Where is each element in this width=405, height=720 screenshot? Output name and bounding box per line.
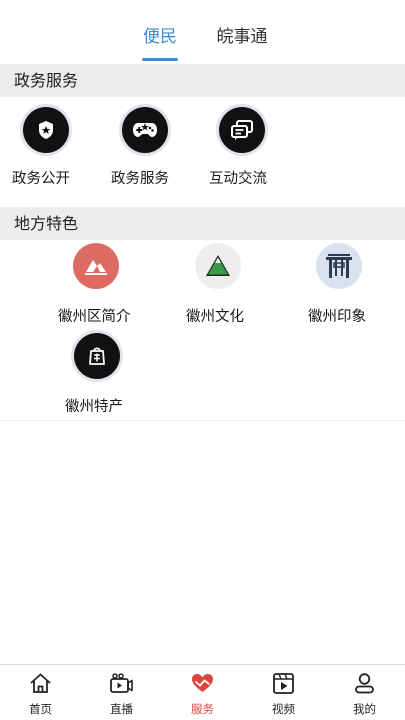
local-item-intro[interactable]: 徽州区简介 <box>55 240 139 328</box>
nav-label: 服务 <box>191 702 214 716</box>
local-item-specialty[interactable]: 徽州特产 <box>62 330 146 418</box>
chat-bubbles-icon <box>219 107 265 153</box>
tab-bianmin[interactable]: 便民 <box>140 24 180 50</box>
local-item-label: 徽州特产 <box>65 399 123 415</box>
gov-item-label: 政务服务 <box>111 171 169 187</box>
local-item-label: 徽州印象 <box>308 309 366 325</box>
gamepad-icon <box>122 107 168 153</box>
nav-item-live[interactable]: 直播 <box>81 665 162 720</box>
section-header-local: 地方特色 <box>0 207 405 240</box>
nav-label: 首页 <box>29 702 52 716</box>
gov-item-interaction[interactable]: 互动交流 <box>197 100 289 192</box>
tab-wanshitong[interactable]: 皖事通 <box>214 24 270 50</box>
section-header-gov: 政务服务 <box>0 64 405 97</box>
nav-label: 我的 <box>353 702 376 716</box>
mountain-road-icon <box>73 243 119 289</box>
heart-service-icon <box>192 674 213 692</box>
video-play-icon <box>273 673 294 694</box>
top-tab-bar: 便民 皖事通 <box>0 0 405 64</box>
archway-icon <box>316 243 362 289</box>
user-icon <box>355 673 374 694</box>
content-divider <box>0 420 405 421</box>
active-tab-indicator <box>142 58 178 61</box>
local-item-label: 徽州文化 <box>186 309 244 325</box>
home-icon <box>30 673 51 693</box>
gov-item-label: 政务公开 <box>12 171 70 187</box>
bottom-nav-bar: 首页 直播 服务 视频 我的 <box>0 664 405 720</box>
nav-item-video[interactable]: 视频 <box>243 665 324 720</box>
nav-item-home[interactable]: 首页 <box>0 665 81 720</box>
nav-label: 直播 <box>110 702 133 716</box>
local-item-label: 徽州区简介 <box>58 309 131 325</box>
police-badge-icon <box>23 107 69 153</box>
gov-item-services[interactable]: 政务服务 <box>100 100 192 192</box>
local-item-impression[interactable]: 徽州印象 <box>300 240 380 328</box>
nav-label: 视频 <box>272 702 295 716</box>
nav-item-mine[interactable]: 我的 <box>324 665 405 720</box>
gov-item-label: 互动交流 <box>209 171 267 187</box>
live-camera-icon <box>110 673 133 693</box>
specialty-bag-icon <box>74 333 120 379</box>
local-item-culture[interactable]: 徽州文化 <box>180 240 260 328</box>
nav-item-service[interactable]: 服务 <box>162 665 243 720</box>
gov-item-open-affairs[interactable]: 政务公开 <box>0 100 92 192</box>
green-mountain-icon <box>195 243 241 289</box>
